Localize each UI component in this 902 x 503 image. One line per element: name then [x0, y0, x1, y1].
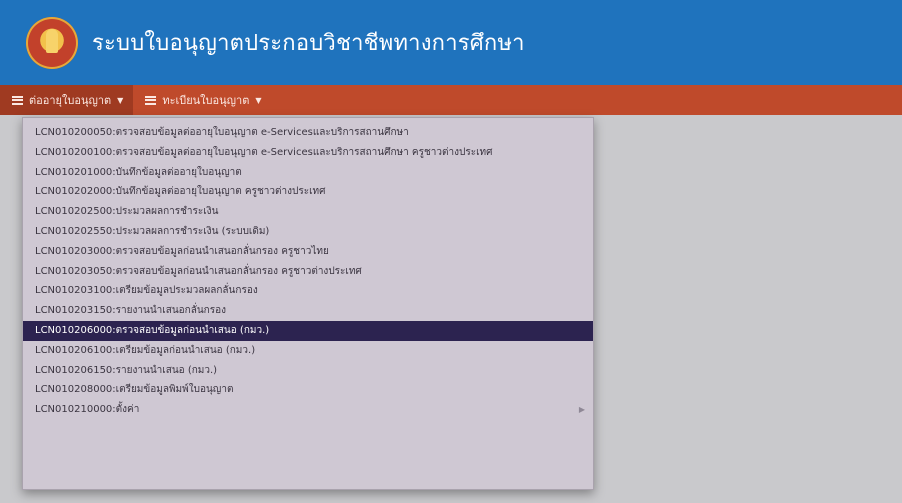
app-title: ระบบใบอนุญาตประกอบวิชาชีพทางการศึกษา: [92, 31, 525, 56]
menu-item[interactable]: LCN010200050:ตรวจสอบข้อมูลต่ออายุใบอนุญา…: [23, 123, 593, 143]
list-icon: [12, 95, 23, 105]
list-icon: [145, 95, 157, 105]
menu-item[interactable]: LCN010203000:ตรวจสอบข้อมูลก่อนนำเสนอกลั่…: [23, 242, 593, 262]
menu-item-selected[interactable]: LCN010206000:ตรวจสอบข้อมูลก่อนนำเสนอ (กม…: [23, 320, 593, 341]
renew-license-dropdown: LCN010200050:ตรวจสอบข้อมูลต่ออายุใบอนุญา…: [22, 117, 594, 490]
nav-license-registry-menu[interactable]: ทะเบียนใบอนุญาต ▼: [133, 85, 271, 115]
emblem-logo: [26, 16, 78, 69]
nav-renew-license-menu[interactable]: ต่ออายุใบอนุญาต ▼: [0, 85, 134, 115]
menu-item[interactable]: LCN010203150:รายงานนำเสนอกลั่นกรอง: [23, 301, 593, 321]
main-navbar: ต่ออายุใบอนุญาต ▼ ทะเบียนใบอนุญาต ▼: [0, 85, 902, 115]
menu-item[interactable]: LCN010203050:ตรวจสอบข้อมูลก่อนนำเสนอกลั่…: [23, 262, 593, 282]
caret-down-icon: ▼: [255, 95, 262, 105]
menu-item[interactable]: LCN010202500:ประมวลผลการชำระเงิน: [23, 202, 593, 222]
menu-item[interactable]: LCN010201000:บันทึกข้อมูลต่ออายุใบอนุญาต: [23, 163, 593, 183]
menu-item[interactable]: LCN010203100:เตรียมข้อมูลประมวลผลกลั่นกร…: [23, 281, 593, 301]
menu-item-label: LCN010210000:ตั้งค่า: [35, 404, 140, 416]
menu-item[interactable]: LCN010206100:เตรียมข้อมูลก่อนนำเสนอ (กมว…: [23, 341, 593, 361]
menu-item[interactable]: LCN010206150:รายงานนำเสนอ (กมว.): [23, 361, 593, 381]
chevron-right-icon: ▶: [578, 405, 585, 415]
app-header: ระบบใบอนุญาตประกอบวิชาชีพทางการศึกษา: [0, 0, 902, 85]
nav-label: ทะเบียนใบอนุญาต: [162, 94, 250, 107]
menu-item[interactable]: LCN010200100:ตรวจสอบข้อมูลต่ออายุใบอนุญา…: [23, 143, 593, 163]
menu-item[interactable]: LCN010208000:เตรียมข้อมูลพิมพ์ใบอนุญาต: [23, 380, 593, 400]
menu-item[interactable]: LCN010202000:บันทึกข้อมูลต่ออายุใบอนุญาต…: [23, 182, 593, 202]
nav-label: ต่ออายุใบอนุญาต: [29, 94, 112, 107]
menu-item-settings[interactable]: LCN010210000:ตั้งค่า ▶: [23, 400, 593, 420]
caret-down-icon: ▼: [117, 95, 124, 105]
menu-item[interactable]: LCN010202550:ประมวลผลการชำระเงิน (ระบบเด…: [23, 222, 593, 242]
